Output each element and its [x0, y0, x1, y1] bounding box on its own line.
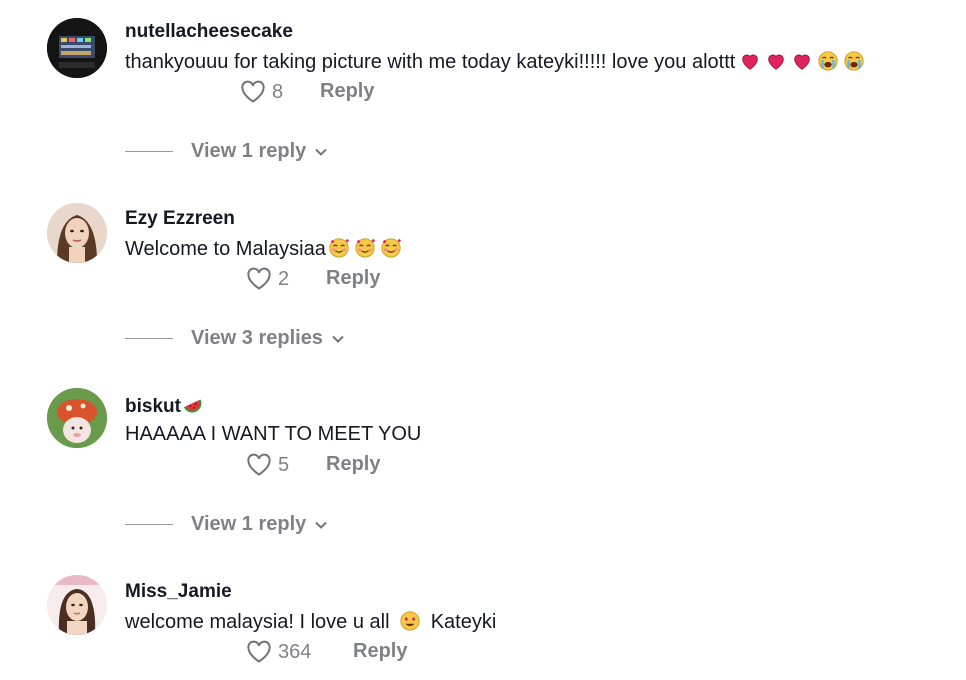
avatar[interactable]: [47, 203, 107, 263]
heart-outline-icon: [247, 453, 271, 476]
divider-line: [125, 524, 173, 525]
avatar[interactable]: [47, 388, 107, 448]
red-heart-icon: [794, 54, 811, 70]
watermelon-icon: [183, 399, 202, 413]
like-count: 364: [278, 640, 312, 663]
reply-button[interactable]: Reply: [326, 267, 380, 290]
reply-button[interactable]: Reply: [320, 80, 374, 103]
comment-text: thankyouuu for taking picture with me to…: [125, 50, 865, 74]
heart-outline-icon: [247, 267, 271, 290]
comment-text: Welcome to Malaysiaa: [125, 237, 402, 261]
username[interactable]: Ezy Ezzreen: [125, 208, 235, 230]
divider-line: [125, 338, 173, 339]
comment-text-body: Welcome to Malaysiaa: [125, 238, 326, 260]
loudly-crying-face-icon: [844, 51, 864, 71]
like-button[interactable]: 8: [240, 80, 283, 104]
divider-line: [125, 151, 173, 152]
like-count: 2: [278, 267, 290, 290]
username[interactable]: Miss_Jamie: [125, 581, 232, 603]
like-count: 8: [272, 80, 284, 103]
heart-eyes-face-icon: [400, 611, 420, 631]
heart-outline-icon: [241, 80, 265, 103]
reply-button[interactable]: Reply: [326, 453, 380, 476]
chevron-down-icon: [332, 335, 344, 343]
red-heart-icon: [742, 54, 759, 70]
like-count: 5: [278, 453, 290, 476]
smiling-face-with-hearts-icon: [355, 238, 375, 258]
view-replies-label: View 1 reply: [191, 513, 307, 535]
view-replies-button[interactable]: View 3 replies: [125, 327, 345, 350]
username[interactable]: nutellacheesecake: [125, 21, 293, 43]
view-replies-label: View 1 reply: [191, 140, 307, 162]
reply-button[interactable]: Reply: [353, 640, 407, 663]
comment-text: welcome malaysia! I love u all Kateyki: [125, 610, 496, 634]
chevron-down-icon: [315, 521, 327, 529]
heart-outline-icon: [247, 640, 271, 663]
view-replies-button[interactable]: View 1 reply: [125, 513, 328, 536]
comment-text-after: Kateyki: [430, 611, 497, 633]
like-button[interactable]: 5: [246, 453, 289, 477]
view-replies-label: View 3 replies: [191, 327, 323, 349]
like-button[interactable]: 364: [246, 640, 311, 664]
comment-text-before: welcome malaysia! I love u all: [125, 611, 390, 633]
comment-text-body: thankyouuu for taking picture with me to…: [125, 51, 736, 73]
loudly-crying-face-icon: [818, 51, 838, 71]
username[interactable]: biskut: [125, 394, 204, 418]
red-heart-icon: [768, 54, 785, 70]
username-text: biskut: [125, 396, 181, 417]
view-replies-button[interactable]: View 1 reply: [125, 140, 328, 163]
avatar[interactable]: [47, 575, 107, 635]
chevron-down-icon: [315, 148, 327, 156]
smiling-face-with-hearts-icon: [381, 238, 401, 258]
avatar[interactable]: [47, 18, 107, 78]
like-button[interactable]: 2: [246, 267, 289, 291]
comment-text: HAAAAA I WANT TO MEET YOU: [125, 423, 422, 445]
smiling-face-with-hearts-icon: [329, 238, 349, 258]
